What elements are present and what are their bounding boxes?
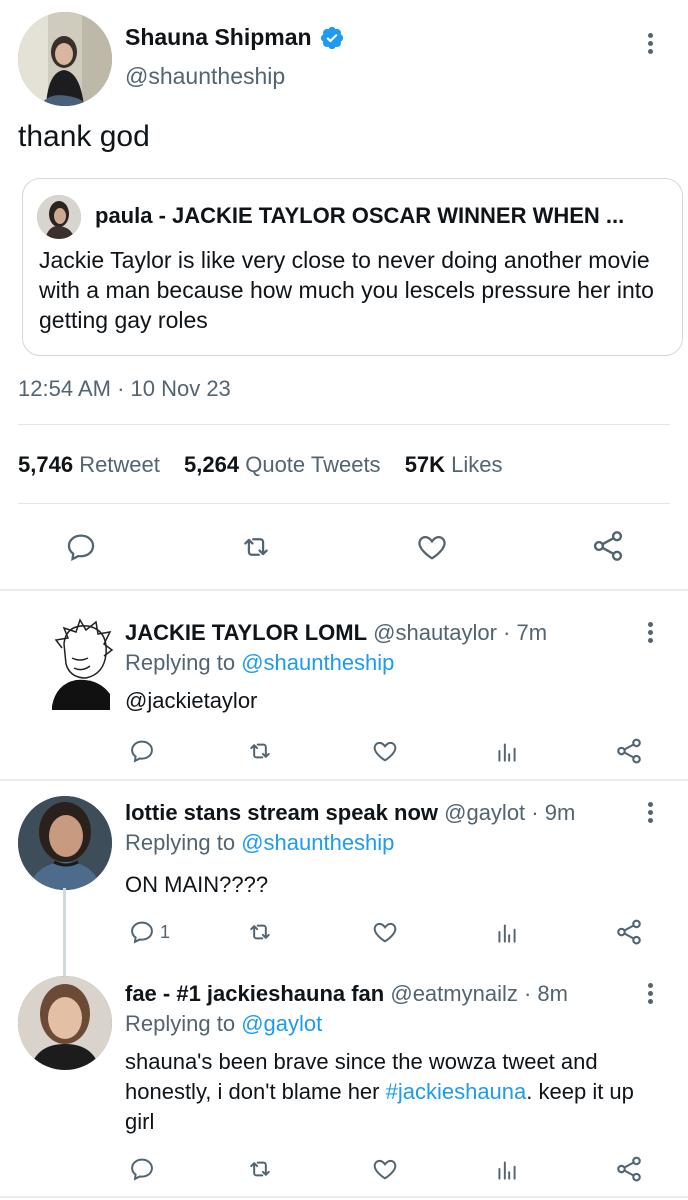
replying-to: Replying to @shauntheship — [125, 830, 394, 856]
tweet-text: thank god — [18, 120, 150, 153]
share-icon — [617, 919, 641, 945]
analytics-button[interactable] — [493, 920, 521, 946]
reply-text[interactable]: @jackietaylor — [125, 686, 665, 716]
reply-button[interactable] — [64, 530, 98, 564]
reply-time[interactable]: · 7m — [503, 620, 547, 645]
reply-header: fae - #1 jackieshauna fan @eatmynailz · … — [125, 981, 568, 1007]
more-icon[interactable] — [646, 33, 654, 59]
divider — [0, 589, 688, 591]
like-button[interactable] — [370, 737, 400, 765]
more-icon[interactable] — [646, 622, 654, 648]
replying-to: Replying to @shauntheship — [125, 650, 394, 676]
retweet-button[interactable] — [244, 737, 276, 765]
quote-tweet-card[interactable]: paula - JACKIE TAYLOR OSCAR WINNER WHEN … — [22, 178, 683, 356]
quote-author-name: paula - JACKIE TAYLOR OSCAR WINNER WHEN … — [95, 203, 625, 228]
like-button[interactable] — [370, 1155, 400, 1183]
reply-author-name[interactable]: lottie stans stream speak now — [125, 800, 438, 825]
reply-icon — [131, 1158, 153, 1181]
reply-icon — [67, 534, 95, 562]
quote-label[interactable]: Quote Tweets — [245, 452, 380, 477]
replying-to-label: Replying to — [125, 1011, 236, 1036]
quote-author-avatar — [37, 195, 81, 239]
reply-header: lottie stans stream speak now @gaylot · … — [125, 800, 575, 826]
reply-icon — [131, 921, 153, 944]
tweet-stats: 5,746 Retweet 5,264 Quote Tweets 57K Lik… — [18, 452, 521, 478]
analytics-icon — [498, 924, 516, 943]
share-button[interactable] — [590, 528, 626, 564]
share-icon — [617, 1156, 641, 1182]
reply-avatar[interactable] — [18, 796, 112, 890]
replying-to-label: Replying to — [125, 650, 236, 675]
analytics-icon — [498, 1161, 516, 1180]
hashtag-link[interactable]: #jackieshauna — [386, 1079, 527, 1104]
reply-author-handle[interactable]: @eatmynailz — [390, 981, 518, 1006]
reply-icon — [131, 740, 153, 763]
reply-button[interactable] — [128, 737, 156, 765]
share-icon — [617, 738, 641, 764]
analytics-icon — [498, 743, 516, 762]
like-icon — [373, 922, 397, 943]
analytics-button[interactable] — [493, 739, 521, 765]
reply-time[interactable]: · 9m — [531, 800, 575, 825]
verified-badge-icon — [320, 26, 344, 50]
quote-text: Jackie Taylor is like very close to neve… — [39, 247, 654, 333]
divider — [18, 424, 670, 425]
tweet-timestamp[interactable]: 12:54 AM · 10 Nov 23 — [18, 376, 231, 402]
reply-author-name[interactable]: JACKIE TAYLOR LOML — [125, 620, 367, 645]
reply-author-handle[interactable]: @shautaylor — [373, 620, 497, 645]
replying-to-handle[interactable]: @gaylot — [241, 1011, 322, 1036]
more-icon[interactable] — [646, 802, 654, 828]
like-icon — [418, 535, 446, 560]
share-button[interactable] — [614, 1154, 644, 1184]
retweet-icon — [244, 538, 268, 556]
reply-author-handle[interactable]: @gaylot — [444, 800, 525, 825]
reply-button[interactable] — [128, 918, 156, 946]
retweet-button[interactable] — [238, 530, 274, 564]
analytics-button[interactable] — [493, 1157, 521, 1183]
reply-count: 1 — [160, 922, 171, 942]
like-button[interactable] — [370, 918, 400, 946]
like-label[interactable]: Likes — [451, 452, 502, 477]
divider — [0, 1196, 688, 1198]
reply-avatar[interactable] — [18, 976, 112, 1070]
divider — [18, 503, 670, 504]
divider — [0, 779, 688, 781]
like-button[interactable] — [414, 530, 450, 564]
quote-avatar-image — [37, 195, 81, 239]
author-name[interactable]: Shauna Shipman — [125, 24, 312, 51]
share-icon — [593, 531, 623, 561]
reply-avatar-image — [18, 976, 112, 1070]
replying-to: Replying to @gaylot — [125, 1011, 322, 1037]
retweet-button[interactable] — [244, 1155, 276, 1183]
share-button[interactable] — [614, 736, 644, 766]
reply-button[interactable] — [128, 1155, 156, 1183]
replying-to-label: Replying to — [125, 830, 236, 855]
retweet-icon — [250, 1161, 270, 1177]
like-icon — [373, 741, 397, 762]
thread-connector-line — [63, 888, 66, 978]
retweet-icon — [250, 924, 270, 940]
author-handle[interactable]: @shauntheship — [125, 63, 285, 90]
quote-count[interactable]: 5,264 — [184, 452, 239, 477]
author-avatar[interactable] — [18, 12, 112, 106]
author-avatar-image — [18, 12, 112, 106]
reply-author-name[interactable]: fae - #1 jackieshauna fan — [125, 981, 384, 1006]
reply-avatar-image — [18, 796, 112, 890]
more-icon[interactable] — [646, 983, 654, 1009]
retweet-button[interactable] — [244, 918, 276, 946]
retweet-label[interactable]: Retweet — [79, 452, 160, 477]
reply-header: JACKIE TAYLOR LOML @shautaylor · 7m — [125, 620, 547, 646]
like-icon — [373, 1159, 397, 1180]
reply-text: ON MAIN???? — [125, 872, 269, 897]
reply-text: shauna's been brave since the wowza twee… — [125, 1047, 665, 1137]
like-count[interactable]: 57K — [405, 452, 445, 477]
replying-to-handle[interactable]: @shauntheship — [241, 650, 394, 675]
retweet-count[interactable]: 5,746 — [18, 452, 73, 477]
reply-time[interactable]: · 8m — [524, 981, 568, 1006]
retweet-icon — [250, 743, 270, 759]
reply-avatar[interactable] — [46, 618, 116, 710]
share-button[interactable] — [614, 917, 644, 947]
reply-avatar-image — [52, 618, 114, 710]
replying-to-handle[interactable]: @shauntheship — [241, 830, 394, 855]
